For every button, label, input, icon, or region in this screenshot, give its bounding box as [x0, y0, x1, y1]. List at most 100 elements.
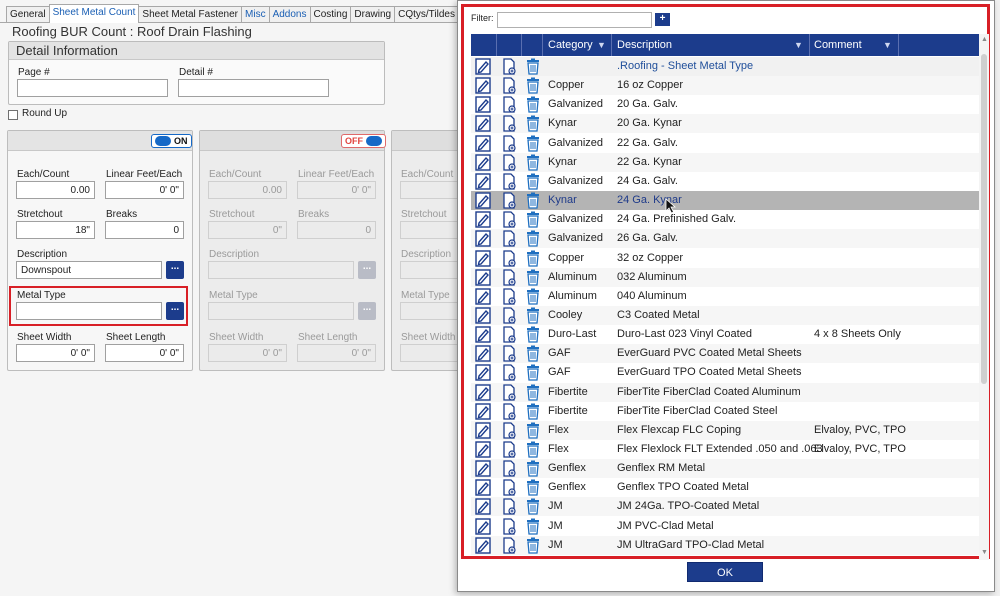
edit-icon[interactable]: [475, 173, 491, 190]
stretchout-input[interactable]: 18": [16, 221, 95, 239]
description-browse-button[interactable]: ...: [166, 261, 184, 279]
tab-general[interactable]: General: [6, 6, 50, 23]
edit-icon[interactable]: [475, 402, 491, 420]
trash-icon[interactable]: [525, 460, 541, 477]
trash-icon[interactable]: [525, 288, 541, 305]
edit-icon[interactable]: [475, 479, 491, 496]
table-row[interactable]: Fibertite FiberTite FiberClad Coated Stee…: [471, 402, 981, 421]
trash-icon[interactable]: [525, 250, 541, 267]
table-row[interactable]: Kynar 24 Ga. Kynar: [471, 191, 981, 211]
table-row[interactable]: Kynar 22 Ga. Kynar: [471, 152, 981, 172]
table-row[interactable]: GAF EverGuard TPO Coated Metal Sheets: [471, 363, 981, 382]
table-row[interactable]: Galvanized 22 Ga. Galv.: [471, 134, 981, 153]
edit-icon[interactable]: [475, 77, 491, 94]
edit-icon[interactable]: [475, 364, 491, 382]
table-row[interactable]: Flex Flex Flexlock FLT Extended .050 and …: [471, 440, 981, 459]
filter-icon[interactable]: ▼: [883, 40, 892, 50]
edit-icon[interactable]: [475, 460, 491, 477]
copy-document-icon[interactable]: [501, 517, 517, 535]
edit-icon[interactable]: [475, 249, 491, 267]
copy-document-icon[interactable]: [501, 460, 517, 477]
table-row[interactable]: GAF EverGuard PVC Coated Metal Sheets: [471, 344, 981, 364]
copy-document-icon[interactable]: [501, 115, 517, 133]
trash-icon[interactable]: [525, 479, 541, 496]
tab-cqtys-tildes[interactable]: CQtys/Tildes: [394, 6, 459, 23]
edit-icon[interactable]: [475, 326, 491, 343]
copy-document-icon[interactable]: [501, 134, 517, 152]
scrollbar-thumb[interactable]: [981, 54, 987, 384]
copy-document-icon[interactable]: [501, 479, 517, 496]
edit-icon[interactable]: [475, 58, 491, 75]
edit-icon[interactable]: [475, 268, 491, 286]
table-row[interactable]: Aluminum 032 Aluminum: [471, 267, 981, 287]
trash-icon[interactable]: [525, 498, 541, 516]
ok-button[interactable]: OK: [687, 562, 763, 582]
table-row[interactable]: Cooley C3 Coated Metal: [471, 305, 981, 325]
filter-add-button[interactable]: +: [655, 13, 670, 26]
trash-icon[interactable]: [525, 422, 541, 439]
table-row[interactable]: JM JM PVC-Clad Metal: [471, 517, 981, 536]
copy-document-icon[interactable]: [501, 288, 517, 305]
table-row[interactable]: JM JM 24Ga. TPO-Coated Metal: [471, 497, 981, 517]
edit-icon[interactable]: [475, 441, 491, 458]
sheet-length-input[interactable]: 0' 0": [105, 344, 184, 362]
copy-document-icon[interactable]: [501, 345, 517, 362]
sheet-width-input[interactable]: 0' 0": [16, 344, 95, 362]
description-input[interactable]: Downspout: [16, 261, 162, 279]
column-2-toggle[interactable]: OFF: [341, 134, 386, 148]
copy-document-icon[interactable]: [501, 154, 517, 171]
copy-document-icon[interactable]: [501, 211, 517, 228]
table-row[interactable]: Galvanized 20 Ga. Galv.: [471, 95, 981, 114]
description-column-header[interactable]: Description: [617, 39, 672, 51]
edit-icon[interactable]: [475, 154, 491, 171]
edit-icon[interactable]: [475, 96, 491, 113]
edit-icon[interactable]: [475, 517, 491, 535]
trash-icon[interactable]: [525, 77, 541, 94]
copy-document-icon[interactable]: [501, 441, 517, 458]
trash-icon[interactable]: [525, 211, 541, 228]
copy-document-icon[interactable]: [501, 173, 517, 190]
category-column-header[interactable]: Category: [548, 39, 593, 51]
trash-icon[interactable]: [525, 441, 541, 458]
trash-icon[interactable]: [525, 173, 541, 190]
trash-icon[interactable]: [525, 326, 541, 343]
edit-icon[interactable]: [475, 115, 491, 133]
copy-document-icon[interactable]: [501, 383, 517, 401]
tab-misc[interactable]: Misc: [241, 6, 270, 23]
trash-icon[interactable]: [525, 345, 541, 362]
comment-column-header[interactable]: Comment: [814, 39, 862, 51]
linear-feet-input[interactable]: 0' 0": [105, 181, 184, 199]
edit-icon[interactable]: [475, 422, 491, 439]
tab-sheet-metal-fastener[interactable]: Sheet Metal Fastener: [138, 6, 243, 23]
trash-icon[interactable]: [525, 154, 541, 171]
column-1-toggle[interactable]: ON: [151, 134, 192, 148]
copy-document-icon[interactable]: [501, 326, 517, 343]
filter-input[interactable]: [497, 12, 652, 28]
trash-icon[interactable]: [525, 537, 541, 554]
copy-document-icon[interactable]: [501, 249, 517, 267]
trash-icon[interactable]: [525, 403, 541, 420]
table-row[interactable]: JM JM UltraGard TPO-Clad Metal: [471, 535, 981, 555]
filter-icon[interactable]: ▼: [597, 40, 606, 50]
scroll-up-icon[interactable]: ▲: [981, 36, 988, 43]
trash-icon[interactable]: [525, 135, 541, 152]
table-row[interactable]: Copper 32 oz Copper: [471, 249, 981, 268]
edit-icon[interactable]: [475, 192, 491, 209]
table-row[interactable]: Fibertite FiberTite FiberClad Coated Alum…: [471, 382, 981, 402]
trash-icon[interactable]: [525, 269, 541, 286]
copy-document-icon[interactable]: [501, 364, 517, 382]
edit-icon[interactable]: [475, 211, 491, 228]
copy-document-icon[interactable]: [501, 96, 517, 113]
table-row[interactable]: .Roofing - Sheet Metal Type: [471, 57, 981, 76]
table-row[interactable]: Flex Flex Flexcap FLC Coping Elvaloy, PVC,…: [471, 420, 981, 440]
table-row[interactable]: Galvanized 24 Ga. Galv.: [471, 172, 981, 191]
table-row[interactable]: Galvanized 26 Ga. Galv.: [471, 229, 981, 249]
table-row[interactable]: Aluminum 040 Aluminum: [471, 287, 981, 306]
table-row[interactable]: Copper 16 oz Copper: [471, 76, 981, 96]
edit-icon[interactable]: [475, 383, 491, 401]
filter-icon[interactable]: ▼: [794, 40, 803, 50]
round-up-checkbox[interactable]: [8, 110, 18, 120]
scroll-down-icon[interactable]: ▼: [981, 549, 988, 556]
table-row[interactable]: Kynar 20 Ga. Kynar: [471, 114, 981, 134]
table-row[interactable]: Galvanized 24 Ga. Prefinished Galv.: [471, 210, 981, 229]
